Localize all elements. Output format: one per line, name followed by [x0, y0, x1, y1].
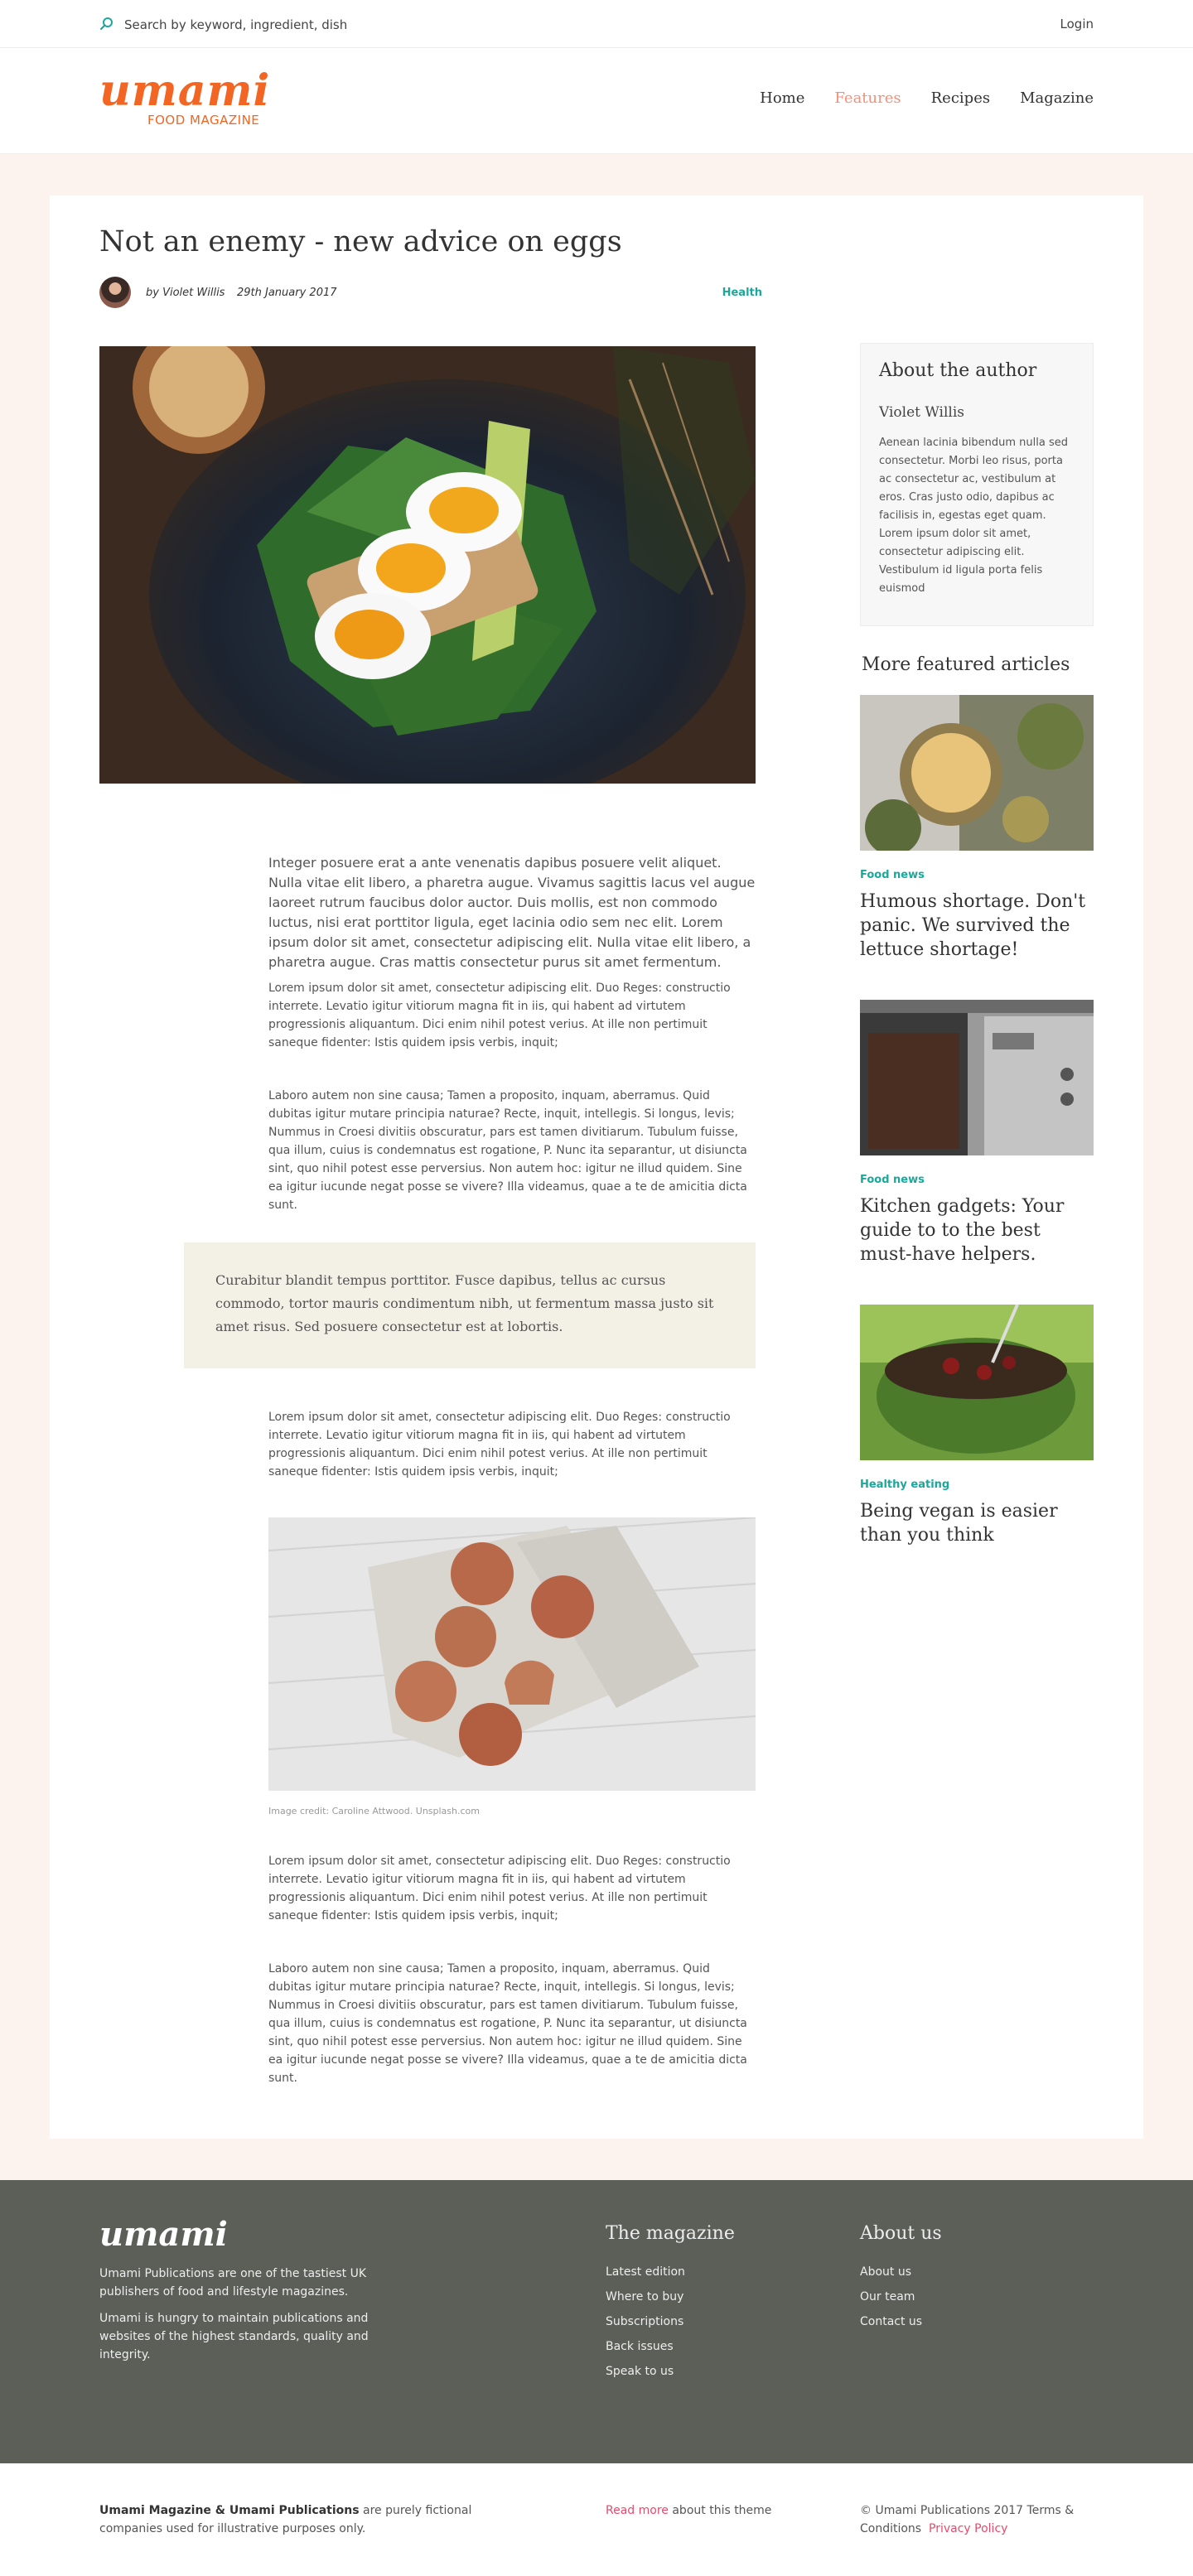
logo-subtitle: FOOD MAGAZINE: [147, 113, 260, 128]
search-input[interactable]: [124, 15, 539, 35]
egg-carton-image: [268, 1517, 756, 1791]
footer-link-where-to-buy[interactable]: Where to buy: [606, 2290, 735, 2303]
featured-article-image[interactable]: [860, 1305, 1094, 1460]
nav-features[interactable]: Features: [834, 89, 901, 107]
nav-magazine[interactable]: Magazine: [1020, 89, 1094, 107]
article-tag[interactable]: Health: [722, 287, 762, 299]
search-icon[interactable]: [99, 17, 114, 31]
body-paragraph: Laboro autem non sine causa; Tamen a pro…: [268, 1962, 747, 2085]
bottom-bar: Umami Magazine & Umami Publications are …: [0, 2463, 1193, 2576]
footer-link-back-issues[interactable]: Back issues: [606, 2340, 735, 2353]
lead-paragraph: Integer posuere erat a ante venenatis da…: [268, 855, 756, 970]
more-articles-heading: More featured articles: [862, 654, 1070, 675]
article-title: Not an enemy - new advice on eggs: [99, 225, 622, 258]
article-section-1: Lorem ipsum dolor sit amet, consectetur …: [268, 979, 756, 1052]
footer-logo[interactable]: umami: [99, 2215, 228, 2254]
image-credit: Image credit: Caroline Attwood. Unsplash…: [268, 1806, 480, 1816]
featured-article: Food news Humous shortage. Don't panic. …: [860, 695, 1094, 962]
footer-link-about-us[interactable]: About us: [860, 2265, 942, 2279]
pull-quote: Curabitur blandit tempus porttitor. Fusc…: [184, 1242, 756, 1368]
sidebar: About the author Violet Willis Aenean la…: [860, 343, 1094, 1585]
article-title-link[interactable]: Humous shortage. Don't panic. We survive…: [860, 890, 1094, 962]
logo-wordmark: umami: [99, 65, 271, 116]
theme-notice: Read more about this theme: [606, 2501, 771, 2520]
login-link[interactable]: Login: [1060, 17, 1094, 31]
fiction-notice-strong: Umami Magazine & Umami Publications: [99, 2504, 360, 2517]
footer-link-latest-edition[interactable]: Latest edition: [606, 2265, 735, 2279]
footer-about-text: Umami Publications are one of the tastie…: [99, 2267, 366, 2299]
about-author-box: About the author Violet Willis Aenean la…: [860, 343, 1094, 626]
hero-image: [99, 346, 756, 784]
footer-link-speak-to-us[interactable]: Speak to us: [606, 2365, 735, 2378]
theme-notice-rest: about this theme: [668, 2504, 772, 2517]
body-paragraph: Laboro autem non sine causa; Tamen a pro…: [268, 1089, 747, 1212]
article-section-4: Lorem ipsum dolor sit amet, consectetur …: [268, 1852, 756, 1925]
featured-article-image[interactable]: [860, 695, 1094, 851]
footer-link-contact-us[interactable]: Contact us: [860, 2315, 942, 2328]
article-card: Not an enemy - new advice on eggs by Vio…: [50, 195, 1143, 2139]
featured-article-image[interactable]: [860, 1000, 1094, 1155]
article-title-link[interactable]: Being vegan is easier than you think: [860, 1499, 1094, 1547]
about-author-heading: About the author: [879, 360, 1037, 381]
author-avatar: [99, 277, 131, 308]
article-section-3: Lorem ipsum dolor sit amet, consectetur …: [268, 1408, 756, 1481]
footer-link-subscriptions[interactable]: Subscriptions: [606, 2315, 735, 2328]
article-section-5: Laboro autem non sine causa; Tamen a pro…: [268, 1960, 756, 2087]
footer-about-text: Umami is hungry to maintain publications…: [99, 2312, 369, 2361]
article-byline: by Violet Willis: [146, 287, 225, 299]
footer-magazine-column: The magazine Latest edition Where to buy…: [606, 2223, 735, 2390]
main-nav: Home Features Recipes Magazine: [760, 89, 1094, 107]
read-more-link[interactable]: Read more: [606, 2504, 669, 2517]
article-category[interactable]: Food news: [860, 1174, 1094, 1186]
article-title-link[interactable]: Kitchen gadgets: Your guide to to the be…: [860, 1194, 1094, 1266]
nav-home[interactable]: Home: [760, 89, 804, 107]
body-paragraph: Lorem ipsum dolor sit amet, consectetur …: [268, 1411, 731, 1479]
footer-link-our-team[interactable]: Our team: [860, 2290, 942, 2303]
footer-about-heading: About us: [860, 2223, 942, 2244]
copyright-notice: © Umami Publications 2017 Terms & Condit…: [860, 2501, 1092, 2538]
site-header: umami FOOD MAGAZINE Home Features Recipe…: [0, 48, 1193, 154]
nav-recipes[interactable]: Recipes: [931, 89, 990, 107]
content-band: Not an enemy - new advice on eggs by Vio…: [0, 154, 1193, 2180]
article-category[interactable]: Healthy eating: [860, 1479, 1094, 1491]
body-paragraph: Lorem ipsum dolor sit amet, consectetur …: [268, 1855, 731, 1922]
site-footer: umami Umami Publications are one of the …: [0, 2180, 1193, 2463]
footer-magazine-heading: The magazine: [606, 2223, 735, 2244]
featured-article: Healthy eating Being vegan is easier tha…: [860, 1305, 1094, 1547]
article-date: 29th January 2017: [237, 287, 337, 299]
author-bio: Aenean lacinia bibendum nulla sed consec…: [879, 437, 1068, 595]
footer-about-column: About us About us Our team Contact us: [860, 2223, 942, 2340]
privacy-policy-link[interactable]: Privacy Policy: [929, 2522, 1007, 2535]
article-meta: by Violet Willis 29th January 2017 Healt…: [99, 277, 762, 310]
article-category[interactable]: Food news: [860, 869, 1094, 881]
body-paragraph: Lorem ipsum dolor sit amet, consectetur …: [268, 982, 731, 1049]
footer-about: Umami Publications are one of the tastie…: [99, 2265, 373, 2372]
article-section-2: Laboro autem non sine causa; Tamen a pro…: [268, 1087, 756, 1214]
author-name: Violet Willis: [879, 404, 965, 421]
featured-article: Food news Kitchen gadgets: Your guide to…: [860, 1000, 1094, 1266]
top-bar: Login: [0, 0, 1193, 48]
fiction-notice: Umami Magazine & Umami Publications are …: [99, 2501, 472, 2538]
article-lead: Integer posuere erat a ante venenatis da…: [268, 853, 756, 972]
site-logo[interactable]: umami FOOD MAGAZINE: [99, 70, 273, 129]
